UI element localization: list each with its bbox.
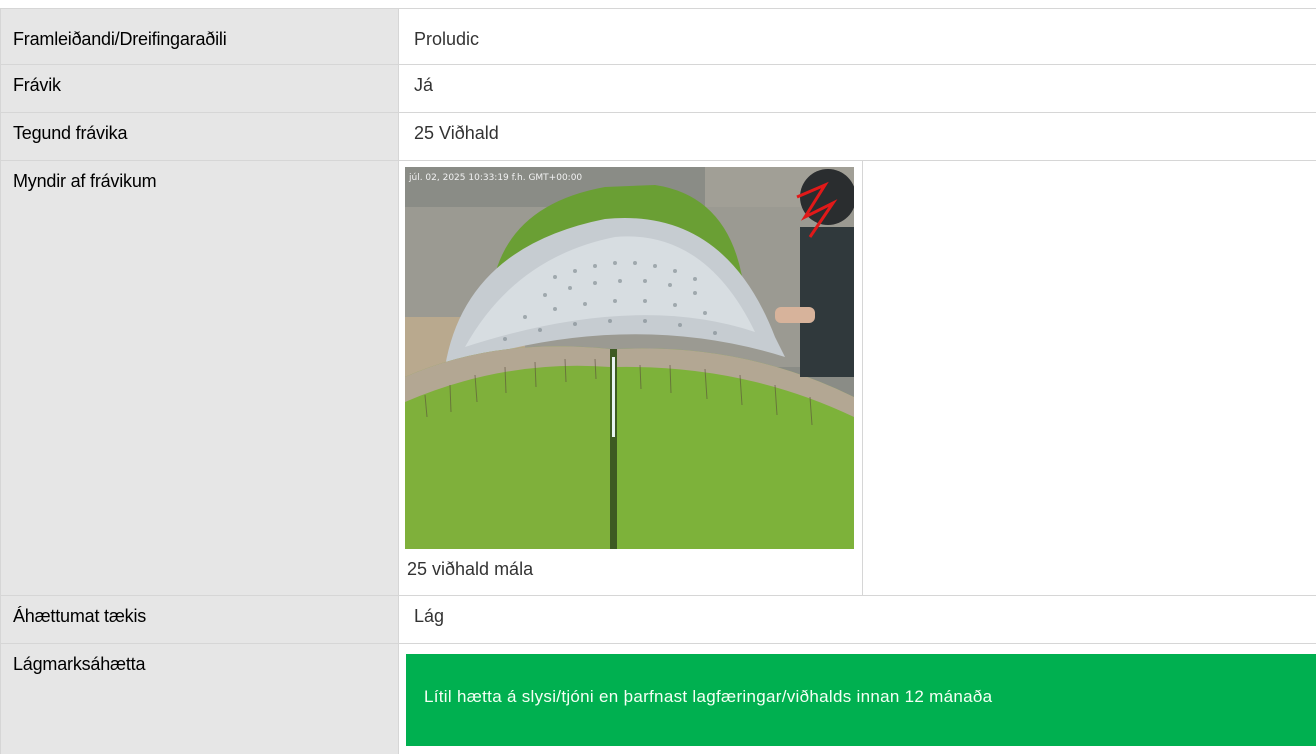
deviation-photo[interactable]: júl. 02, 2025 10:33:19 f.h. GMT+00:00	[405, 167, 854, 549]
risk-level-text: Lítil hætta á slysi/tjóni en þarfnast la…	[424, 687, 993, 706]
label-cell: Lágmarksáhætta	[0, 644, 399, 754]
risk-assessment-label: Áhættumat tækis	[13, 606, 147, 626]
label-cell: Myndir af frávikum	[0, 161, 399, 595]
label-cell: Áhættumat tækis	[0, 596, 399, 643]
label-cell: Framleiðandi/Dreifingaraðili	[0, 9, 399, 64]
manufacturer-value: Proludic	[414, 29, 480, 49]
photo-illustration	[405, 167, 854, 549]
row-manufacturer: Framleiðandi/Dreifingaraðili Proludic	[0, 9, 1316, 65]
risk-level-banner: Lítil hætta á slysi/tjóni en þarfnast la…	[406, 654, 1316, 746]
risk-assessment-value: Lág	[414, 606, 445, 626]
minimum-risk-label: Lágmarksáhætta	[13, 654, 146, 674]
row-minimum-risk: Lágmarksáhætta Lítil hætta á slysi/tjóni…	[0, 644, 1316, 754]
photo-timestamp: júl. 02, 2025 10:33:19 f.h. GMT+00:00	[409, 173, 583, 183]
row-deviation-images: Myndir af frávikum júl. 02, 2025 10:33:1…	[0, 161, 1316, 596]
photo-card: júl. 02, 2025 10:33:19 f.h. GMT+00:00 25…	[399, 161, 863, 595]
photo-caption: 25 viðhald mála	[407, 559, 534, 579]
deviation-type-label: Tegund frávika	[13, 123, 128, 143]
deviation-label: Frávik	[13, 75, 61, 95]
deviation-value: Já	[414, 75, 434, 95]
label-cell: Tegund frávika	[0, 113, 399, 160]
deviation-type-value: 25 Viðhald	[414, 123, 499, 143]
row-deviation-type: Tegund frávika 25 Viðhald	[0, 113, 1316, 161]
row-risk-assessment: Áhættumat tækis Lág	[0, 596, 1316, 644]
row-deviation: Frávik Já	[0, 65, 1316, 113]
manufacturer-label: Framleiðandi/Dreifingaraðili	[13, 29, 227, 49]
label-cell: Frávik	[0, 65, 399, 112]
report-table: Framleiðandi/Dreifingaraðili Proludic Fr…	[0, 8, 1316, 754]
deviation-images-label: Myndir af frávikum	[13, 171, 157, 191]
